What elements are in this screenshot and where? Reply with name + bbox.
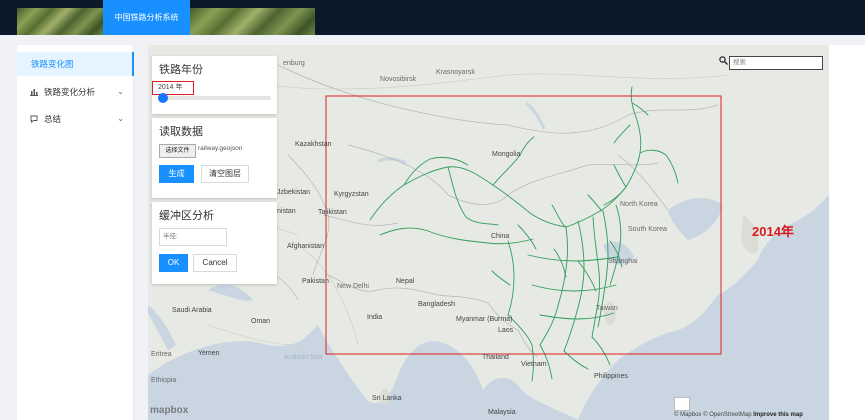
year-annotation: 2014年 bbox=[752, 224, 794, 239]
map-label: Arabian Sea bbox=[284, 354, 323, 361]
chevron-down-icon: ⌄ bbox=[117, 87, 124, 96]
map-label: Saudi Arabia bbox=[172, 307, 212, 314]
year-panel: 铁路年份 2014 年 bbox=[152, 56, 277, 114]
buffer-panel: 缓冲区分析 半径: OK Cancel bbox=[152, 202, 277, 284]
map-label: Taiwan bbox=[596, 305, 618, 312]
file-name-label: railway.geojson bbox=[198, 145, 243, 152]
chevron-down-icon: ⌄ bbox=[117, 114, 124, 123]
sidebar-item-label: 总结 bbox=[44, 114, 62, 124]
mapbox-logo[interactable]: mapbox bbox=[150, 405, 188, 416]
top-header: 中国铁路分析系统 bbox=[0, 0, 865, 35]
improve-map-link[interactable]: Improve this map bbox=[753, 412, 803, 418]
sidebar-item-summary[interactable]: 总结 ⌄ bbox=[17, 107, 134, 131]
map-label: Nepal bbox=[396, 278, 415, 285]
map-label: Kyrgyzstan bbox=[334, 191, 369, 198]
map-label: Bangladesh bbox=[418, 301, 455, 308]
sidebar-item-railway-change-analysis[interactable]: 铁路变化分析 ⌄ bbox=[17, 80, 134, 104]
year-slider-handle[interactable] bbox=[158, 93, 168, 103]
year-value-box: 2014 年 bbox=[152, 81, 194, 95]
attribution-toggle[interactable] bbox=[674, 397, 690, 411]
map-label: Afghanistan bbox=[287, 243, 324, 250]
map-label: Malaysia bbox=[488, 409, 516, 416]
map-label: Sri Lanka bbox=[372, 395, 402, 402]
map-label: Eritrea bbox=[151, 351, 172, 358]
panel-title: 铁路年份 bbox=[159, 64, 203, 76]
map-label: Philippines bbox=[594, 373, 628, 380]
map-label: Jzbekistan bbox=[277, 189, 311, 196]
cancel-button[interactable]: Cancel bbox=[193, 254, 237, 272]
sidebar-item-label: 铁路变化分析 bbox=[44, 87, 96, 97]
generate-button[interactable]: 生成 bbox=[159, 165, 194, 183]
map-attribution: © Mapbox © OpenStreetMap Improve this ma… bbox=[674, 412, 803, 418]
panel-title: 读取数据 bbox=[159, 126, 203, 138]
map-label: Ethiopia bbox=[151, 377, 177, 384]
map-label: nistan bbox=[277, 208, 296, 215]
active-indicator bbox=[132, 52, 134, 76]
search-input[interactable]: 搜索 bbox=[729, 56, 823, 70]
header-terrain-image bbox=[17, 8, 103, 35]
map-label: Novosibirsk bbox=[380, 76, 417, 83]
radius-input[interactable]: 半径: bbox=[159, 228, 227, 246]
choose-file-button[interactable]: 选择文件 bbox=[159, 144, 196, 158]
map-label: Laos bbox=[498, 327, 514, 334]
sidebar-item-label: 铁路变化图 bbox=[31, 59, 74, 69]
map-label: Krasnoyarsk bbox=[436, 69, 475, 76]
app-title-tab[interactable]: 中国铁路分析系统 bbox=[103, 0, 190, 35]
year-slider-track[interactable] bbox=[161, 96, 271, 100]
map-label: South Korea bbox=[628, 226, 667, 233]
clear-layers-button[interactable]: 清空图层 bbox=[201, 165, 249, 183]
panel-title: 缓冲区分析 bbox=[159, 210, 214, 222]
map-label: Shanghai bbox=[608, 258, 638, 265]
ok-button[interactable]: OK bbox=[159, 254, 188, 272]
railway-network bbox=[369, 86, 679, 382]
map-label: Oman bbox=[251, 318, 271, 325]
map-label: Tajikistan bbox=[318, 209, 347, 216]
map-label: Mongolia bbox=[492, 151, 521, 158]
right-gutter bbox=[829, 45, 865, 420]
bar-chart-icon bbox=[30, 80, 38, 104]
map-label: India bbox=[367, 314, 383, 321]
sidebar-menu: 铁路变化图 铁路变化分析 ⌄ 总结 ⌄ bbox=[17, 45, 134, 420]
map-label: Kazakhstan bbox=[295, 141, 332, 148]
map-label: enburg bbox=[283, 60, 305, 67]
search-icon[interactable] bbox=[719, 56, 728, 67]
map-label: Thailand bbox=[482, 354, 509, 361]
map-label: Vietnam bbox=[521, 361, 547, 368]
comment-icon bbox=[30, 107, 38, 131]
header-terrain-image bbox=[190, 8, 315, 35]
map-label: Myanmar (Burma) bbox=[456, 316, 513, 323]
attribution-text: © Mapbox © OpenStreetMap bbox=[674, 412, 754, 418]
map-label: North Korea bbox=[620, 201, 658, 208]
map-label: China bbox=[491, 233, 510, 240]
map-label: New Delhi bbox=[337, 283, 369, 290]
sidebar-item-railway-change-map[interactable]: 铁路变化图 bbox=[17, 52, 134, 76]
map-label: Pakistan bbox=[302, 278, 329, 285]
data-panel: 读取数据 选择文件 railway.geojson 生成 清空图层 bbox=[152, 118, 277, 198]
map-label: Yemen bbox=[198, 350, 220, 357]
